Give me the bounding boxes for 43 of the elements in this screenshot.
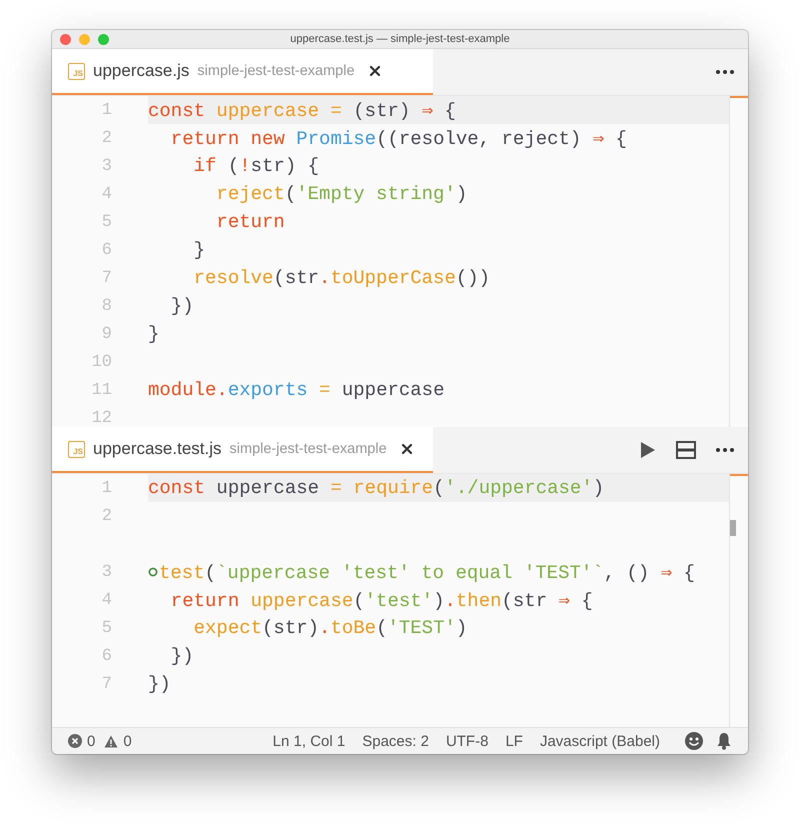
split-editor-icon[interactable] (676, 441, 696, 459)
close-window-icon[interactable] (60, 34, 71, 45)
status-item[interactable]: UTF-8 (446, 732, 488, 750)
warning-icon (104, 734, 118, 748)
code-line: } (148, 323, 160, 345)
play-icon[interactable] (638, 441, 656, 459)
bell-icon[interactable] (716, 732, 732, 750)
status-item[interactable]: Ln 1, Col 1 (272, 732, 346, 750)
code-line: return uppercase('test').then(str ⇒ { (170, 588, 593, 612)
editor-tab[interactable]: JS uppercase.test.js simple-jest-test-example (52, 427, 433, 473)
code-line: const uppercase = require('./uppercase') (148, 477, 604, 499)
cursor-position-marker (730, 474, 748, 476)
smiley-icon[interactable] (685, 732, 703, 750)
more-icon[interactable] (716, 448, 734, 452)
code-line: return (215, 211, 285, 233)
code-line: const uppercase = (str) ⇒ { (148, 98, 456, 122)
scrollbar-thumb[interactable] (730, 520, 736, 536)
error-count[interactable]: 0 (87, 732, 96, 750)
more-icon[interactable] (716, 70, 734, 74)
code-line: }) (170, 645, 194, 667)
warning-count[interactable]: 0 (123, 732, 132, 750)
code-line: if (!str) { (192, 155, 320, 177)
error-icon (68, 734, 82, 748)
code-line: resolve(str.toUpperCase()) (192, 267, 490, 289)
code-line: } (192, 239, 206, 261)
close-icon[interactable] (400, 443, 413, 455)
status-item[interactable]: LF (505, 732, 523, 750)
code-line: test(`uppercase 'test' to equal 'TEST'`, () ⇒ { (159, 560, 695, 584)
code-line: }) (148, 673, 171, 695)
cursor-position-marker (730, 96, 748, 98)
code-line: module.exports = uppercase (148, 379, 444, 401)
js-file-icon: JS (68, 440, 85, 458)
code-line: expect(str).toBe('TEST') (192, 617, 468, 639)
editor-tab[interactable]: JS uppercase.js simple-jest-test-example (52, 49, 433, 95)
status-item[interactable]: Spaces: 2 (362, 732, 429, 750)
code-line: }) (170, 295, 194, 317)
code-line: reject('Empty string') (215, 183, 468, 205)
js-file-icon: JS (68, 62, 85, 80)
code-line: return new Promise((resolve, reject) ⇒ { (170, 126, 627, 150)
close-icon[interactable] (368, 65, 381, 77)
test-status-icon[interactable] (148, 567, 158, 577)
status-item[interactable]: Javascript (Babel) (540, 732, 660, 750)
window-title: uppercase.test.js — simple-jest-test-example (290, 33, 510, 45)
